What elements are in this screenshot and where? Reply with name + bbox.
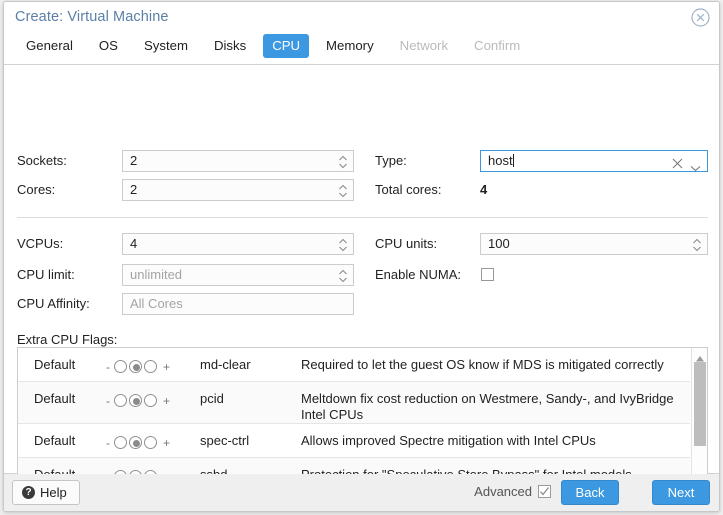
tab-system[interactable]: System <box>135 34 197 58</box>
advanced-checkbox[interactable] <box>538 485 551 498</box>
back-button[interactable]: Back <box>561 480 619 505</box>
cpu-units-stepper[interactable] <box>692 237 702 253</box>
flag-name: md-clear <box>200 357 251 372</box>
plus-sign: + <box>163 394 171 408</box>
radio-off[interactable] <box>114 394 127 407</box>
radio-on[interactable] <box>144 436 157 449</box>
radio-default[interactable] <box>129 394 142 407</box>
flag-state-radio-group[interactable]: - + <box>106 435 182 451</box>
vcpus-input[interactable]: 4 <box>122 233 354 255</box>
chevron-down-icon[interactable] <box>690 158 701 171</box>
radio-off[interactable] <box>114 360 127 373</box>
scroll-up-arrow-icon[interactable] <box>694 351 706 362</box>
tab-network: Network <box>399 38 449 53</box>
cpu-limit-stepper[interactable] <box>338 268 348 284</box>
help-button[interactable]: ? Help <box>12 480 80 505</box>
dialog-titlebar: Create: Virtual Machine <box>4 2 719 34</box>
radio-default[interactable] <box>129 436 142 449</box>
create-vm-dialog: Create: Virtual Machine General OS System D… <box>3 1 720 512</box>
tab-confirm: Confirm <box>474 38 521 53</box>
tab-memory[interactable]: Memory <box>317 34 383 58</box>
flag-state-radio-group[interactable]: - + <box>106 393 182 409</box>
cpu-units-value: 100 <box>488 236 510 251</box>
table-row[interactable]: Default - + spec-ctrl Allows improved Sp… <box>18 424 690 458</box>
cpu-affinity-input[interactable]: All Cores <box>122 293 354 315</box>
sockets-label: Sockets: <box>17 153 67 168</box>
sockets-value: 2 <box>130 153 138 168</box>
clear-icon[interactable] <box>672 155 683 171</box>
radio-off[interactable] <box>114 436 127 449</box>
enable-numa-checkbox[interactable] <box>481 268 494 281</box>
radio-default[interactable] <box>129 360 142 373</box>
flag-description: Meltdown fix cost reduction on Westmere,… <box>301 391 674 422</box>
enable-numa-label: Enable NUMA: <box>375 267 461 282</box>
dialog-footer: ? Help Advanced Back Next <box>4 474 719 511</box>
help-button-label: Help <box>40 485 67 500</box>
flag-description: Allows improved Spectre mitigation with … <box>301 433 596 448</box>
cpu-units-label: CPU units: <box>375 236 438 251</box>
close-icon[interactable] <box>691 8 710 27</box>
plus-sign: + <box>163 436 171 450</box>
page-title: Create: Virtual Machine <box>15 9 169 25</box>
plus-sign: + <box>163 360 171 374</box>
table-row[interactable]: Default - + md-clear Required to let the… <box>18 348 690 382</box>
text-caret <box>512 154 514 167</box>
minus-sign: - <box>106 436 110 450</box>
vcpus-stepper[interactable] <box>338 237 348 253</box>
vcpus-label: VCPUs: <box>17 236 64 251</box>
table-row[interactable]: Default - + pcid Meltdown fix cost reduc… <box>18 382 690 424</box>
sockets-stepper[interactable] <box>338 154 348 170</box>
total-cores-value: 4 <box>480 182 488 197</box>
flag-name: pcid <box>200 391 224 406</box>
cpu-affinity-label: CPU Affinity: <box>17 296 90 311</box>
cpu-limit-label: CPU limit: <box>17 267 75 282</box>
next-button[interactable]: Next <box>652 480 710 505</box>
vcpus-value: 4 <box>130 236 138 251</box>
cores-label: Cores: <box>17 182 56 197</box>
wizard-tabs: General OS System Disks CPU Memory Network Conf… <box>4 34 719 65</box>
flag-state-label: Default <box>34 357 76 372</box>
tab-cpu[interactable]: CPU <box>263 34 310 58</box>
minus-sign: - <box>106 360 110 374</box>
flag-description: Required to let the guest OS know if MDS… <box>301 357 664 372</box>
radio-on[interactable] <box>144 394 157 407</box>
flag-state-label: Default <box>34 433 76 448</box>
sockets-input[interactable]: 2 <box>122 150 354 172</box>
type-value: host <box>488 153 513 168</box>
tab-os[interactable]: OS <box>90 34 127 58</box>
extra-cpu-flags-label: Extra CPU Flags: <box>17 332 118 347</box>
type-combobox[interactable]: host <box>480 150 708 172</box>
flag-state-label: Default <box>34 391 76 406</box>
type-label: Type: <box>375 153 407 168</box>
minus-sign: - <box>106 394 110 408</box>
radio-on[interactable] <box>144 360 157 373</box>
question-mark-icon: ? <box>22 486 35 500</box>
tab-disks[interactable]: Disks <box>205 34 255 58</box>
cpu-affinity-placeholder: All Cores <box>130 296 183 311</box>
cores-value: 2 <box>130 182 138 197</box>
cores-stepper[interactable] <box>338 183 348 199</box>
cpu-limit-input[interactable]: unlimited <box>122 264 354 286</box>
total-cores-label: Total cores: <box>375 182 442 197</box>
cores-input[interactable]: 2 <box>122 179 354 201</box>
section-divider <box>17 217 708 218</box>
flag-state-radio-group[interactable]: - + <box>106 359 182 375</box>
advanced-label: Advanced <box>474 484 532 499</box>
scrollbar-thumb[interactable] <box>694 362 706 446</box>
cpu-units-input[interactable]: 100 <box>480 233 708 255</box>
flag-name: spec-ctrl <box>200 433 250 448</box>
cpu-limit-placeholder: unlimited <box>130 267 183 282</box>
tab-general[interactable]: General <box>17 34 82 58</box>
cpu-settings-panel: Sockets: 2 Cores: 2 Type: host Total cor… <box>4 65 719 511</box>
